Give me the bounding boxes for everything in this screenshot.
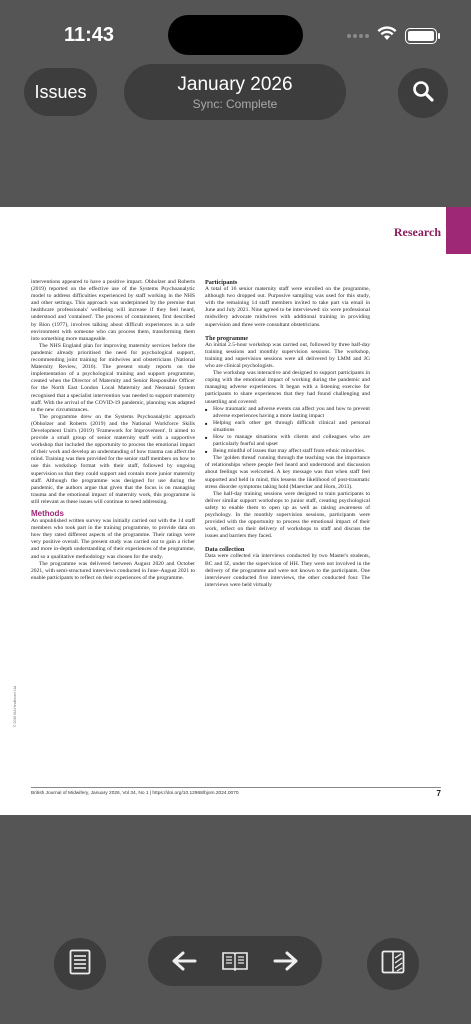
section-tag: Research: [393, 225, 441, 239]
book-open-icon: [222, 952, 248, 972]
list-icon: [69, 949, 91, 980]
issue-title-button[interactable]: January 2026 Sync: Complete: [124, 64, 346, 120]
subheading-data-collection: Data collection: [205, 546, 245, 554]
page-navigation: [148, 936, 322, 986]
paragraph: interventions appeared to have a positiv…: [31, 279, 195, 342]
battery-icon: [405, 28, 440, 44]
book-view-button[interactable]: [215, 941, 255, 981]
search-icon: [411, 79, 435, 108]
article-column-left: interventions appeared to have a positiv…: [31, 279, 195, 582]
footer-divider: [31, 787, 441, 788]
table-of-contents-button[interactable]: [54, 938, 106, 990]
article-column-right: Participants A total of 16 senior matern…: [205, 279, 370, 589]
list-item: Helping each other get through difficult…: [205, 420, 370, 434]
list-item: How to manage situations with clients an…: [205, 434, 370, 448]
page-footer: British Journal of Midwifery, January 20…: [31, 791, 239, 796]
bullet-list: How traumatic and adverse events can aff…: [205, 406, 370, 456]
side-copyright: © 2026 MA Healthcare Ltd: [13, 685, 17, 727]
paragraph: The NHS England plan for improving mater…: [31, 342, 195, 413]
cellular-signal-icon: [347, 34, 369, 38]
paragraph: The half-day training sessions were desi…: [205, 490, 370, 540]
arrow-left-icon: [172, 951, 197, 971]
page-layout-button[interactable]: [367, 938, 419, 990]
status-indicators: [347, 26, 440, 46]
paragraph: The programme was delivered between Augu…: [31, 560, 195, 581]
list-item: Being mindful of issues that may affect …: [205, 448, 370, 455]
paragraph: A total of 16 senior maternity staff wer…: [205, 286, 370, 328]
dynamic-island: [168, 15, 303, 55]
arrow-right-icon: [273, 951, 298, 971]
list-item: How traumatic and adverse events can aff…: [205, 406, 370, 420]
paragraph: The workshop was interactive and designe…: [205, 370, 370, 405]
magazine-page[interactable]: Research © 2026 MA Healthcare Ltd interv…: [0, 207, 471, 815]
section-color-bar: [446, 207, 471, 254]
page-layout-icon: [381, 950, 405, 979]
subheading-programme: The programme: [205, 334, 249, 342]
next-page-button[interactable]: [266, 941, 306, 981]
paragraph: An initial 2.5-hour workshop was carried…: [205, 341, 370, 370]
paragraph: The 'golden thread' running through the …: [205, 455, 370, 490]
paragraph: An unpublished written survey was initia…: [31, 518, 195, 560]
issues-button[interactable]: Issues: [24, 68, 97, 116]
page-number: 7: [436, 789, 441, 798]
wifi-icon: [377, 26, 397, 46]
status-time: 11:43: [64, 24, 115, 46]
paragraph: Data were collected via interviews condu…: [205, 553, 370, 588]
section-heading-methods: Methods: [31, 509, 64, 518]
issue-title: January 2026: [177, 74, 293, 95]
previous-page-button[interactable]: [164, 941, 204, 981]
paragraph: The programme drew on the Systems Psycho…: [31, 413, 195, 505]
sync-status: Sync: Complete: [192, 97, 278, 111]
search-button[interactable]: [398, 68, 448, 118]
